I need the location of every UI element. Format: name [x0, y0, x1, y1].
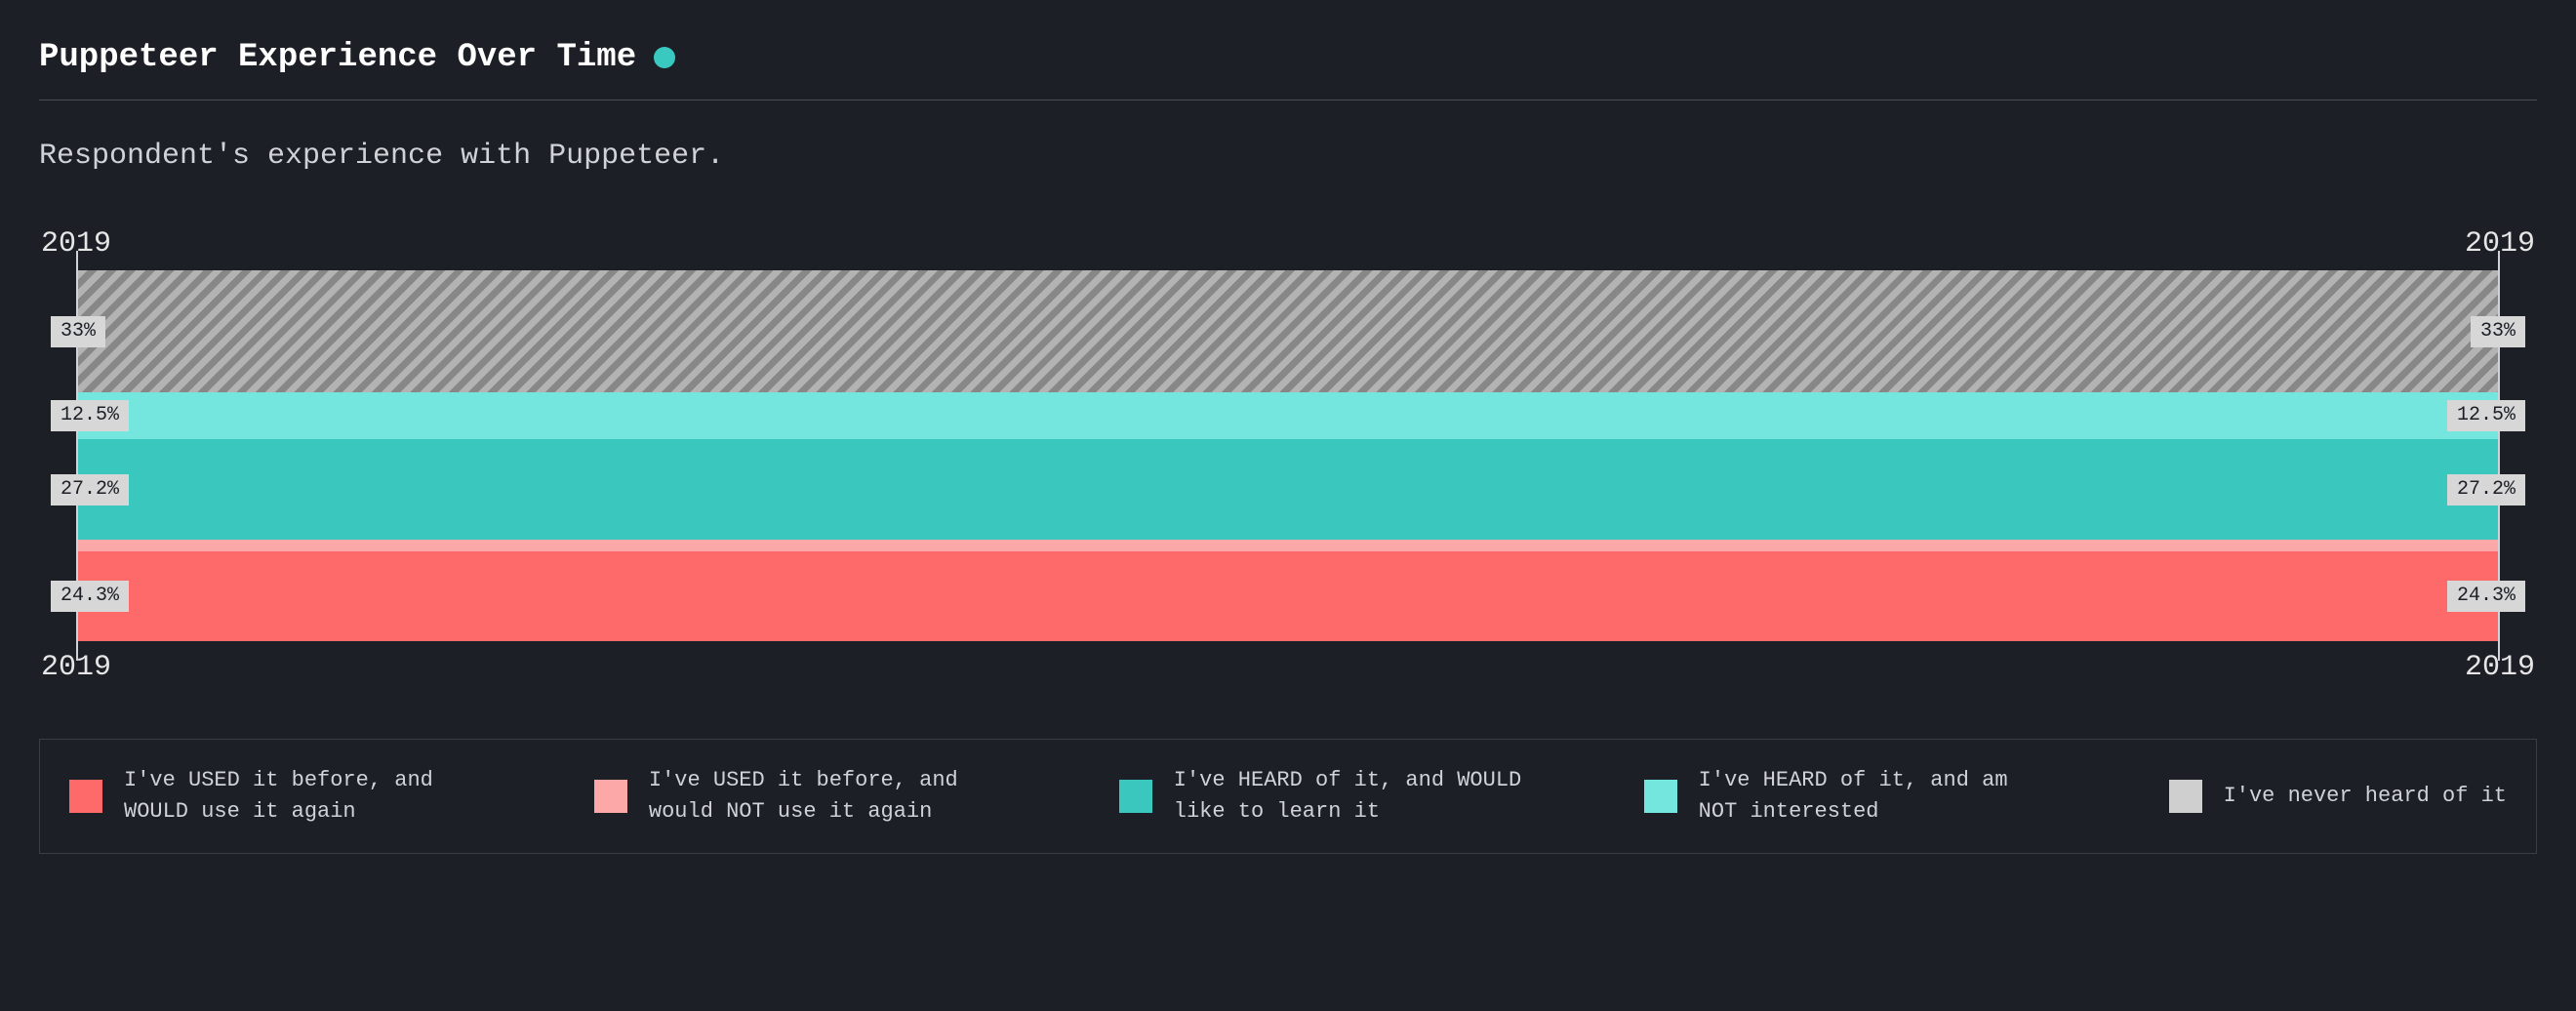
- value-label-right-used_would: 24.3%: [2447, 581, 2525, 612]
- value-label-right-heard_not: 12.5%: [2447, 400, 2525, 431]
- band-heard_not: [78, 392, 2498, 439]
- chart-header: Puppeteer Experience Over Time: [39, 39, 2537, 76]
- value-label-left-used_would: 24.3%: [51, 581, 129, 612]
- band-used_not: [78, 540, 2498, 550]
- legend-label-heard_would: I've HEARD of it, and WOULD like to lear…: [1174, 765, 1525, 828]
- divider: [39, 100, 2537, 101]
- axis-top: 2019 2019: [39, 227, 2537, 261]
- legend-label-heard_not: I've HEARD of it, and am NOT interested: [1699, 765, 2050, 828]
- legend-swatch-heard_would: [1119, 780, 1152, 813]
- plot-area: 33%33%12.5%12.5%27.2%27.2%24.3%24.3%: [76, 270, 2500, 641]
- legend-label-used_would: I've USED it before, and WOULD use it ag…: [124, 765, 475, 828]
- legend-swatch-used_would: [69, 780, 102, 813]
- chart-title: Puppeteer Experience Over Time: [39, 39, 636, 76]
- value-label-right-never: 33%: [2471, 316, 2525, 347]
- legend-label-used_not: I've USED it before, and would NOT use i…: [649, 765, 1000, 828]
- band-never: [78, 270, 2498, 392]
- band-used_would: [78, 551, 2498, 641]
- axis-bottom: 2019 2019: [39, 651, 2537, 684]
- band-heard_would: [78, 439, 2498, 540]
- legend-item-used_would[interactable]: I've USED it before, and WOULD use it ag…: [69, 765, 555, 828]
- value-label-right-heard_would: 27.2%: [2447, 474, 2525, 506]
- legend: I've USED it before, and WOULD use it ag…: [39, 739, 2537, 854]
- tick-bottom-right: [2498, 641, 2500, 661]
- legend-item-heard_not[interactable]: I've HEARD of it, and am NOT interested: [1644, 765, 2130, 828]
- title-dot-icon: [654, 47, 675, 68]
- legend-swatch-never: [2169, 780, 2202, 813]
- chart: 2019 2019 33%33%12.5%12.5%27.2%27.2%24.3…: [39, 227, 2537, 684]
- tick-bottom-left: [76, 641, 78, 661]
- chart-subtitle: Respondent's experience with Puppeteer.: [39, 140, 2537, 173]
- value-label-left-never: 33%: [51, 316, 105, 347]
- legend-item-used_not[interactable]: I've USED it before, and would NOT use i…: [594, 765, 1080, 828]
- value-label-left-heard_not: 12.5%: [51, 400, 129, 431]
- legend-item-heard_would[interactable]: I've HEARD of it, and WOULD like to lear…: [1119, 765, 1605, 828]
- legend-swatch-heard_not: [1644, 780, 1677, 813]
- legend-label-never: I've never heard of it: [2224, 781, 2507, 812]
- value-label-left-heard_would: 27.2%: [51, 474, 129, 506]
- legend-swatch-used_not: [594, 780, 627, 813]
- legend-item-never[interactable]: I've never heard of it: [2169, 780, 2507, 813]
